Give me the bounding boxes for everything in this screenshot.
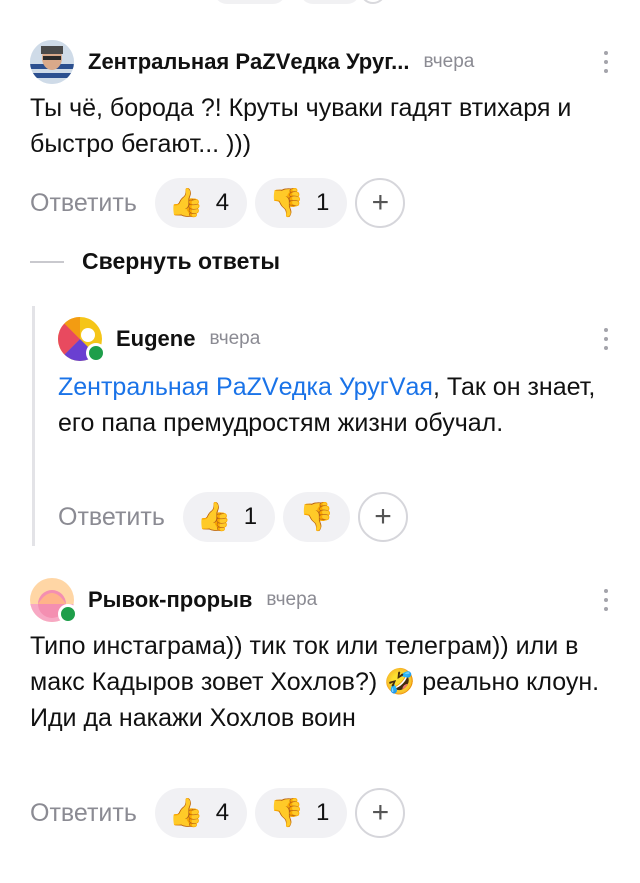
dislike-count: 1 xyxy=(315,799,330,826)
author-name[interactable]: Zентральная PaZVедка Уруг... xyxy=(88,49,410,75)
dislike-button[interactable]: 👎 1 xyxy=(255,178,348,228)
online-indicator xyxy=(86,343,106,363)
comment-text: Zентральная PaZVедка УругVая, Так он зна… xyxy=(58,369,598,441)
online-indicator xyxy=(58,604,78,624)
dislike-count: 1 xyxy=(315,189,330,216)
prev-add-reaction[interactable] xyxy=(360,0,386,4)
like-button[interactable]: 👍 4 xyxy=(154,178,248,228)
dislike-button[interactable]: 👎 xyxy=(283,492,350,542)
author-name[interactable]: Eugene xyxy=(116,326,195,352)
comment-text: Типо инстаграма)) тик ток или телеграм))… xyxy=(30,632,600,732)
thumbs-down-icon: 👎 xyxy=(269,187,304,218)
like-count: 1 xyxy=(243,503,258,530)
thumbs-down-icon: 👎 xyxy=(269,797,304,828)
dislike-button[interactable]: 👎 1 xyxy=(255,788,348,838)
thumbs-up-icon: 👍 xyxy=(196,501,232,532)
collapse-replies-label: Свернуть ответы xyxy=(82,248,281,274)
more-vertical-icon[interactable] xyxy=(598,328,614,350)
comment-header: Eugene вчера xyxy=(58,317,261,363)
comment-text: Ты чё, борода ?! Круты чуваки гадят втих… xyxy=(30,94,572,158)
avatar[interactable] xyxy=(30,578,78,624)
like-button[interactable]: 👍 1 xyxy=(182,492,276,542)
collapse-divider xyxy=(30,260,64,263)
timestamp: вчера xyxy=(209,328,261,349)
plus-icon: + xyxy=(374,500,392,533)
like-count: 4 xyxy=(215,189,230,216)
reply-button[interactable]: Ответить xyxy=(30,799,137,828)
add-reaction-button[interactable]: + xyxy=(355,178,406,228)
plus-icon: + xyxy=(371,796,390,829)
prev-like-pill[interactable] xyxy=(214,0,286,4)
like-button[interactable]: 👍 4 xyxy=(154,788,248,838)
comment-header: Рывок-прорыв вчера xyxy=(30,578,318,624)
thumbs-down-icon: 👎 xyxy=(299,501,334,532)
add-reaction-button[interactable]: + xyxy=(357,492,408,542)
more-vertical-icon[interactable] xyxy=(598,51,614,73)
reply-button[interactable]: Ответить xyxy=(30,189,137,218)
previous-actions-cut xyxy=(0,0,640,8)
author-name[interactable]: Рывок-прорыв xyxy=(88,587,252,613)
comment-actions: Ответить 👍 4 👎 1 + xyxy=(30,178,406,228)
timestamp: вчера xyxy=(423,51,475,72)
like-count: 4 xyxy=(215,799,230,826)
collapse-replies-button[interactable]: Свернуть ответы xyxy=(30,248,280,275)
thumbs-up-icon: 👍 xyxy=(168,187,204,218)
prev-dislike-pill[interactable] xyxy=(300,0,360,4)
avatar[interactable] xyxy=(58,317,106,363)
thumbs-up-icon: 👍 xyxy=(168,797,204,828)
add-reaction-button[interactable]: + xyxy=(355,788,406,838)
thread-indent-line xyxy=(32,306,35,546)
comment-actions: Ответить 👍 1 👎 + xyxy=(58,492,408,542)
more-vertical-icon[interactable] xyxy=(598,589,614,611)
comment-actions: Ответить 👍 4 👎 1 + xyxy=(30,788,406,838)
timestamp: вчера xyxy=(266,589,318,610)
comment-header: Zентральная PaZVедка Уруг... вчера xyxy=(30,40,474,84)
plus-icon: + xyxy=(371,186,390,219)
mention-link[interactable]: Zентральная PaZVедка УругVая xyxy=(58,373,433,401)
reply-button[interactable]: Ответить xyxy=(58,503,165,532)
avatar[interactable] xyxy=(30,40,74,84)
